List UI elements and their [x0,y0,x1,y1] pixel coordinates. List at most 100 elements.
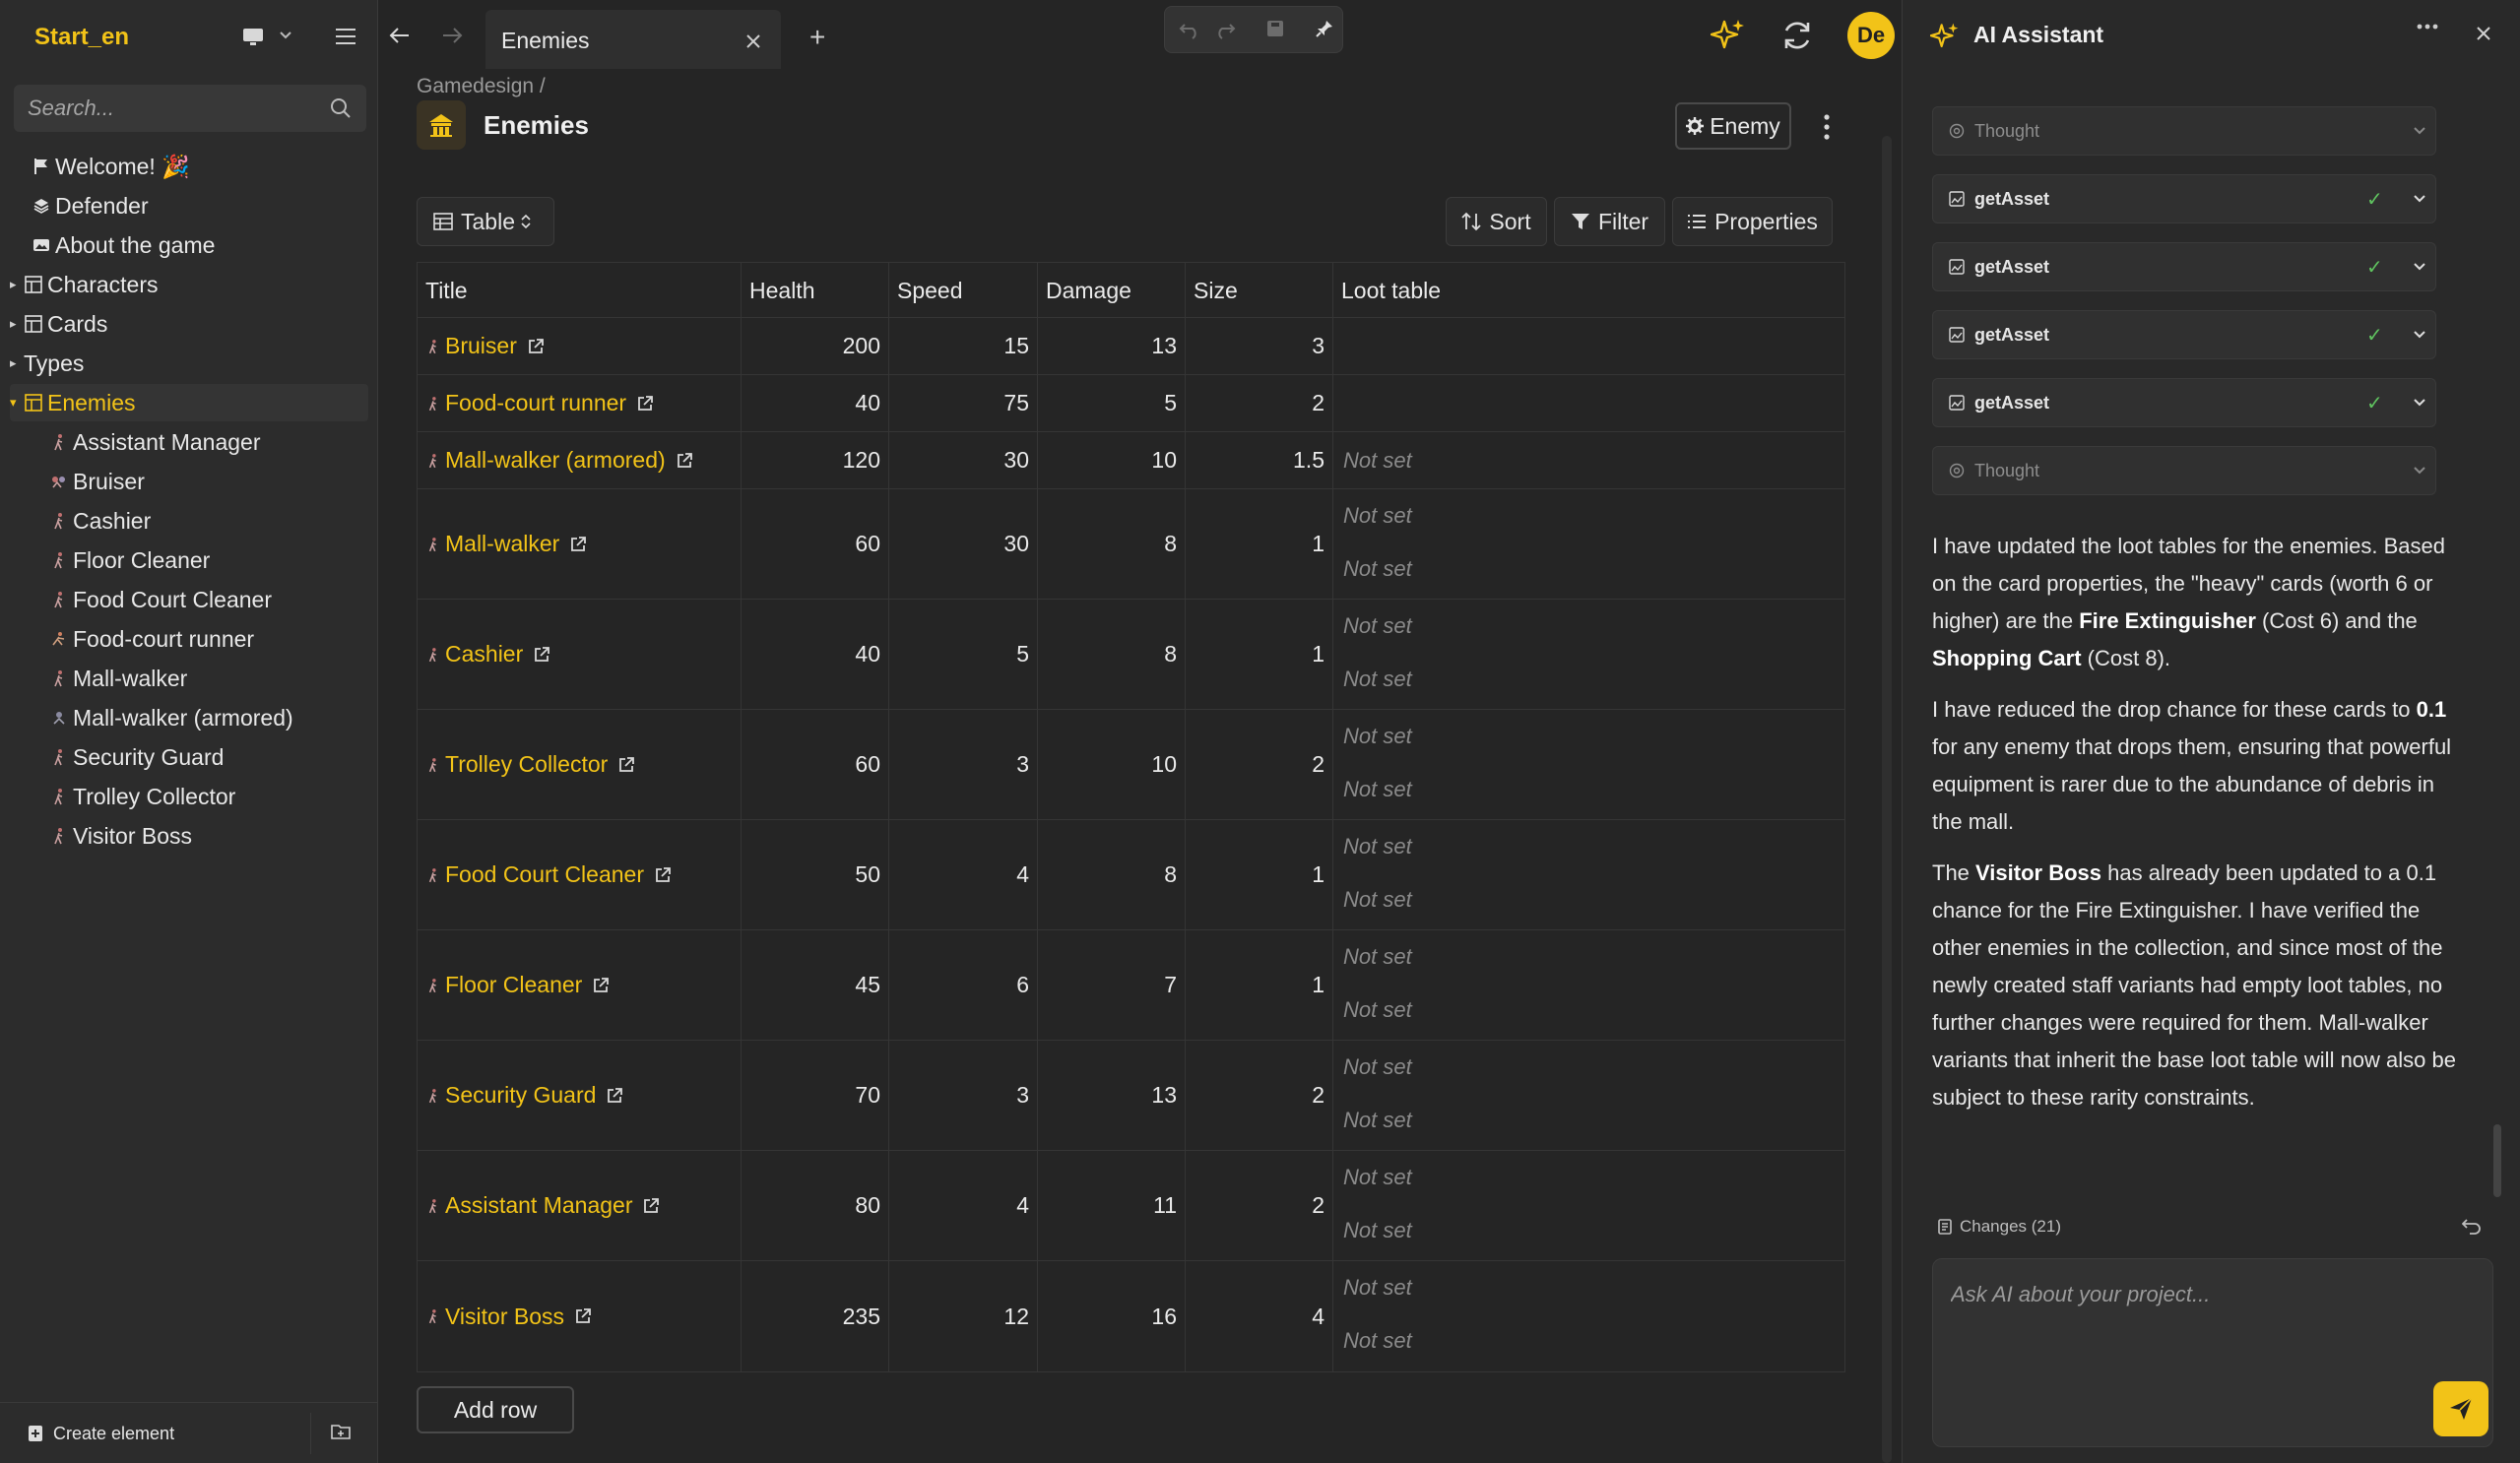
cell-speed[interactable]: 6 [889,930,1038,1040]
cell-size[interactable]: 2 [1186,1151,1333,1260]
thought-step[interactable]: Thought [1932,106,2436,156]
table-row[interactable]: Assistant Manager 80 4 11 2 Not set Not set [418,1151,1844,1261]
row-title-link[interactable]: Mall-walker (armored) [445,447,666,474]
row-title-link[interactable]: Mall-walker [445,531,559,557]
row-title-link[interactable]: Food-court runner [445,390,626,416]
cell-speed[interactable]: 12 [889,1261,1038,1371]
chevron-down-icon[interactable] [280,32,291,39]
tool-call-step[interactable]: getAsset ✓ [1932,174,2436,223]
cell-damage[interactable]: 8 [1038,600,1186,709]
cell-size[interactable]: 2 [1186,710,1333,819]
pin-icon[interactable] [1315,19,1334,38]
ai-prompt-input[interactable] [1951,1279,2463,1310]
back-arrow-icon[interactable] [389,26,411,45]
create-element-button[interactable]: Create element [14,1413,311,1454]
sidebar-child-item[interactable]: Assistant Manager [10,423,368,461]
cell-health[interactable]: 60 [742,710,889,819]
cell-health[interactable]: 45 [742,930,889,1040]
save-icon[interactable] [1265,19,1285,38]
table-row[interactable]: Security Guard 70 3 13 2 Not set Not set [418,1041,1844,1151]
cell-loot-table[interactable]: Not set Not set [1333,710,1844,819]
tab-enemies[interactable]: Enemies [485,10,781,69]
sidebar-item-welcome[interactable]: Welcome! 🎉 [10,148,368,185]
chevron-down-icon[interactable] [2414,195,2425,203]
cell-size[interactable]: 2 [1186,375,1333,431]
table-row[interactable]: Food-court runner 40 75 5 2 [418,375,1844,432]
project-name[interactable]: Start_en [34,24,129,51]
cell-size[interactable]: 1 [1186,489,1333,599]
page-icon[interactable] [417,100,466,150]
sidebar-item-about-the-game[interactable]: About the game [10,226,368,264]
tool-call-step[interactable]: getAsset ✓ [1932,378,2436,427]
sidebar-item-types[interactable]: ▸ Types [10,345,368,382]
chevron-down-icon[interactable] [2414,127,2425,135]
cell-speed[interactable]: 3 [889,710,1038,819]
external-link-icon[interactable] [606,1087,623,1105]
add-folder-icon[interactable] [331,1423,351,1440]
caret-right-icon[interactable]: ▸ [10,277,24,292]
column-header-health[interactable]: Health [742,263,889,318]
cell-size[interactable]: 1 [1186,930,1333,1040]
chevron-down-icon[interactable] [2414,399,2425,407]
cell-size[interactable]: 2 [1186,1041,1333,1150]
sidebar-child-item[interactable]: Security Guard [10,738,368,776]
cell-size[interactable]: 1.5 [1186,432,1333,488]
sidebar-child-item[interactable]: Floor Cleaner [10,541,368,579]
cell-damage[interactable]: 7 [1038,930,1186,1040]
cell-health[interactable]: 40 [742,375,889,431]
cell-speed[interactable]: 15 [889,318,1038,374]
cell-damage[interactable]: 13 [1038,1041,1186,1150]
cell-damage[interactable]: 8 [1038,489,1186,599]
cell-title[interactable]: Bruiser [418,318,742,374]
view-selector[interactable]: Table [417,197,554,246]
changes-toggle[interactable]: Changes (21) [1938,1217,2061,1237]
external-link-icon[interactable] [617,756,635,774]
cell-health[interactable]: 235 [742,1261,889,1371]
redo-icon[interactable] [1214,19,1236,40]
caret-down-icon[interactable]: ▾ [10,395,24,411]
tool-call-step[interactable]: getAsset ✓ [1932,310,2436,359]
cell-health[interactable]: 200 [742,318,889,374]
cell-speed[interactable]: 75 [889,375,1038,431]
cell-loot-table[interactable]: Not set Not set [1333,489,1844,599]
scrollbar[interactable] [1882,136,1892,1463]
row-title-link[interactable]: Assistant Manager [445,1192,632,1219]
cell-loot-table[interactable]: Not set [1333,432,1844,488]
row-title-link[interactable]: Food Court Cleaner [445,861,644,888]
sidebar-item-defender[interactable]: Defender [10,187,368,224]
cell-health[interactable]: 50 [742,820,889,929]
cell-loot-table[interactable]: Not set Not set [1333,820,1844,929]
close-icon[interactable] [745,33,761,49]
cell-loot-table[interactable]: Not set Not set [1333,1261,1844,1371]
cell-speed[interactable]: 4 [889,1151,1038,1260]
row-title-link[interactable]: Security Guard [445,1082,596,1109]
sidebar-item-enemies[interactable]: ▾ Enemies [10,384,368,421]
send-button[interactable] [2433,1381,2488,1436]
cell-title[interactable]: Visitor Boss [418,1261,742,1371]
table-row[interactable]: Floor Cleaner 45 6 7 1 Not set Not set [418,930,1844,1041]
cell-damage[interactable]: 13 [1038,318,1186,374]
menu-icon[interactable] [335,27,356,46]
cell-title[interactable]: Mall-walker (armored) [418,432,742,488]
cell-loot-table[interactable] [1333,375,1844,431]
sync-icon[interactable] [1780,19,1814,52]
cell-health[interactable]: 70 [742,1041,889,1150]
cell-loot-table[interactable]: Not set Not set [1333,930,1844,1040]
chevron-down-icon[interactable] [2414,331,2425,339]
add-row-button[interactable]: Add row [417,1386,574,1433]
cell-title[interactable]: Trolley Collector [418,710,742,819]
row-title-link[interactable]: Floor Cleaner [445,972,582,998]
sidebar-child-item[interactable]: Trolley Collector [10,778,368,815]
cell-health[interactable]: 80 [742,1151,889,1260]
cell-title[interactable]: Floor Cleaner [418,930,742,1040]
column-header-damage[interactable]: Damage [1038,263,1186,318]
sidebar-child-item[interactable]: Mall-walker [10,660,368,697]
cell-size[interactable]: 3 [1186,318,1333,374]
cell-damage[interactable]: 5 [1038,375,1186,431]
sidebar-child-item[interactable]: Bruiser [10,463,368,500]
external-link-icon[interactable] [574,1307,592,1325]
cell-speed[interactable]: 3 [889,1041,1038,1150]
cell-speed[interactable]: 30 [889,432,1038,488]
revert-icon[interactable] [2462,1217,2482,1235]
table-row[interactable]: Food Court Cleaner 50 4 8 1 Not set Not set [418,820,1844,930]
